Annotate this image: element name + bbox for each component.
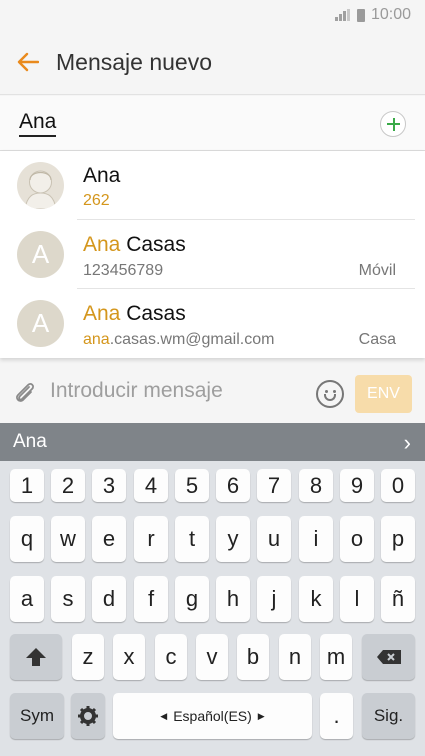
key-z[interactable]: z	[72, 634, 104, 680]
key-t[interactable]: t	[175, 516, 209, 562]
key-7[interactable]: 7	[257, 469, 291, 502]
key-h[interactable]: h	[216, 576, 250, 622]
key-1[interactable]: 1	[10, 469, 44, 502]
key-6[interactable]: 6	[216, 469, 250, 502]
status-time: 10:00	[370, 6, 411, 23]
avatar: A	[17, 231, 64, 278]
key-r[interactable]: r	[134, 516, 168, 562]
signal-icon	[334, 9, 351, 21]
key-5[interactable]: 5	[175, 469, 209, 502]
key-b[interactable]: b	[237, 634, 269, 680]
send-button[interactable]: ENV	[355, 375, 412, 413]
next-key[interactable]: Sig.	[362, 693, 415, 739]
key-j[interactable]: j	[257, 576, 291, 622]
battery-icon	[356, 8, 365, 22]
key-y[interactable]: y	[216, 516, 250, 562]
contact-row[interactable]: A Ana Casas 123456789 Móvil	[0, 220, 425, 289]
app-bar: Mensaje nuevo	[0, 30, 425, 95]
settings-icon	[78, 706, 98, 726]
contact-detail: ana.casas.wm@gmail.com	[83, 331, 275, 348]
key-p[interactable]: p	[381, 516, 415, 562]
key-x[interactable]: x	[113, 634, 145, 680]
key-2[interactable]: 2	[51, 469, 85, 502]
chevron-right-icon[interactable]: ›	[404, 430, 411, 456]
key-e[interactable]: e	[92, 516, 126, 562]
attach-icon[interactable]	[12, 380, 38, 406]
status-bar: 10:00	[0, 0, 425, 30]
key-m[interactable]: m	[320, 634, 352, 680]
key-f[interactable]: f	[134, 576, 168, 622]
keyboard: 1 2 3 4 5 6 7 8 9 0 q w e r t y u i o p …	[0, 461, 425, 756]
recipient-input[interactable]: Ana	[19, 110, 57, 137]
key-q[interactable]: q	[10, 516, 44, 562]
avatar: A	[17, 300, 64, 347]
contact-name: Ana Casas	[83, 233, 186, 256]
key-w[interactable]: w	[51, 516, 85, 562]
page-title: Mensaje nuevo	[56, 48, 212, 75]
key-n[interactable]: n	[279, 634, 311, 680]
space-key[interactable]: ◀ Español(ES) ▶	[113, 693, 312, 739]
key-o[interactable]: o	[340, 516, 374, 562]
key-l[interactable]: l	[340, 576, 374, 622]
key-i[interactable]: i	[299, 516, 333, 562]
contact-type: Móvil	[358, 262, 396, 279]
key-n-tilde[interactable]: ñ	[381, 576, 415, 622]
settings-key[interactable]	[71, 693, 105, 739]
key-c[interactable]: c	[155, 634, 187, 680]
prediction-word[interactable]: Ana	[13, 431, 47, 453]
key-0[interactable]: 0	[381, 469, 415, 502]
sym-key[interactable]: Sym	[10, 693, 64, 739]
shift-icon	[26, 648, 46, 666]
key-g[interactable]: g	[175, 576, 209, 622]
period-key[interactable]: .	[320, 693, 353, 739]
contact-name: Ana	[83, 164, 121, 187]
caret-left-icon: ◀	[160, 710, 168, 721]
key-8[interactable]: 8	[299, 469, 333, 502]
recipient-field[interactable]: Ana	[0, 96, 425, 151]
emoji-icon[interactable]	[316, 380, 344, 408]
key-u[interactable]: u	[257, 516, 291, 562]
prediction-bar: Ana ›	[0, 423, 425, 461]
shift-key[interactable]	[10, 634, 62, 680]
space-label: Español(ES)	[173, 708, 252, 724]
contact-row[interactable]: Ana 262	[0, 151, 425, 220]
key-v[interactable]: v	[196, 634, 228, 680]
contact-type: Casa	[358, 331, 396, 348]
key-9[interactable]: 9	[340, 469, 374, 502]
avatar	[17, 162, 64, 209]
contact-photo-icon	[24, 170, 57, 209]
caret-right-icon: ▶	[257, 710, 265, 721]
key-k[interactable]: k	[299, 576, 333, 622]
add-recipient-icon[interactable]	[380, 111, 406, 137]
contact-detail: 262	[83, 192, 110, 209]
key-3[interactable]: 3	[92, 469, 126, 502]
contact-detail: 123456789	[83, 262, 164, 279]
back-arrow-icon[interactable]	[0, 30, 56, 95]
contact-name: Ana Casas	[83, 302, 186, 325]
key-a[interactable]: a	[10, 576, 44, 622]
backspace-icon	[376, 650, 401, 664]
message-input[interactable]: Introducir mensaje	[50, 379, 223, 403]
key-4[interactable]: 4	[134, 469, 168, 502]
backspace-key[interactable]	[362, 634, 415, 680]
key-d[interactable]: d	[92, 576, 126, 622]
contact-suggestions: Ana 262 A Ana Casas 123456789 Móvil A An…	[0, 151, 425, 358]
contact-row[interactable]: A Ana Casas ana.casas.wm@gmail.com Casa	[0, 289, 425, 358]
key-s[interactable]: s	[51, 576, 85, 622]
